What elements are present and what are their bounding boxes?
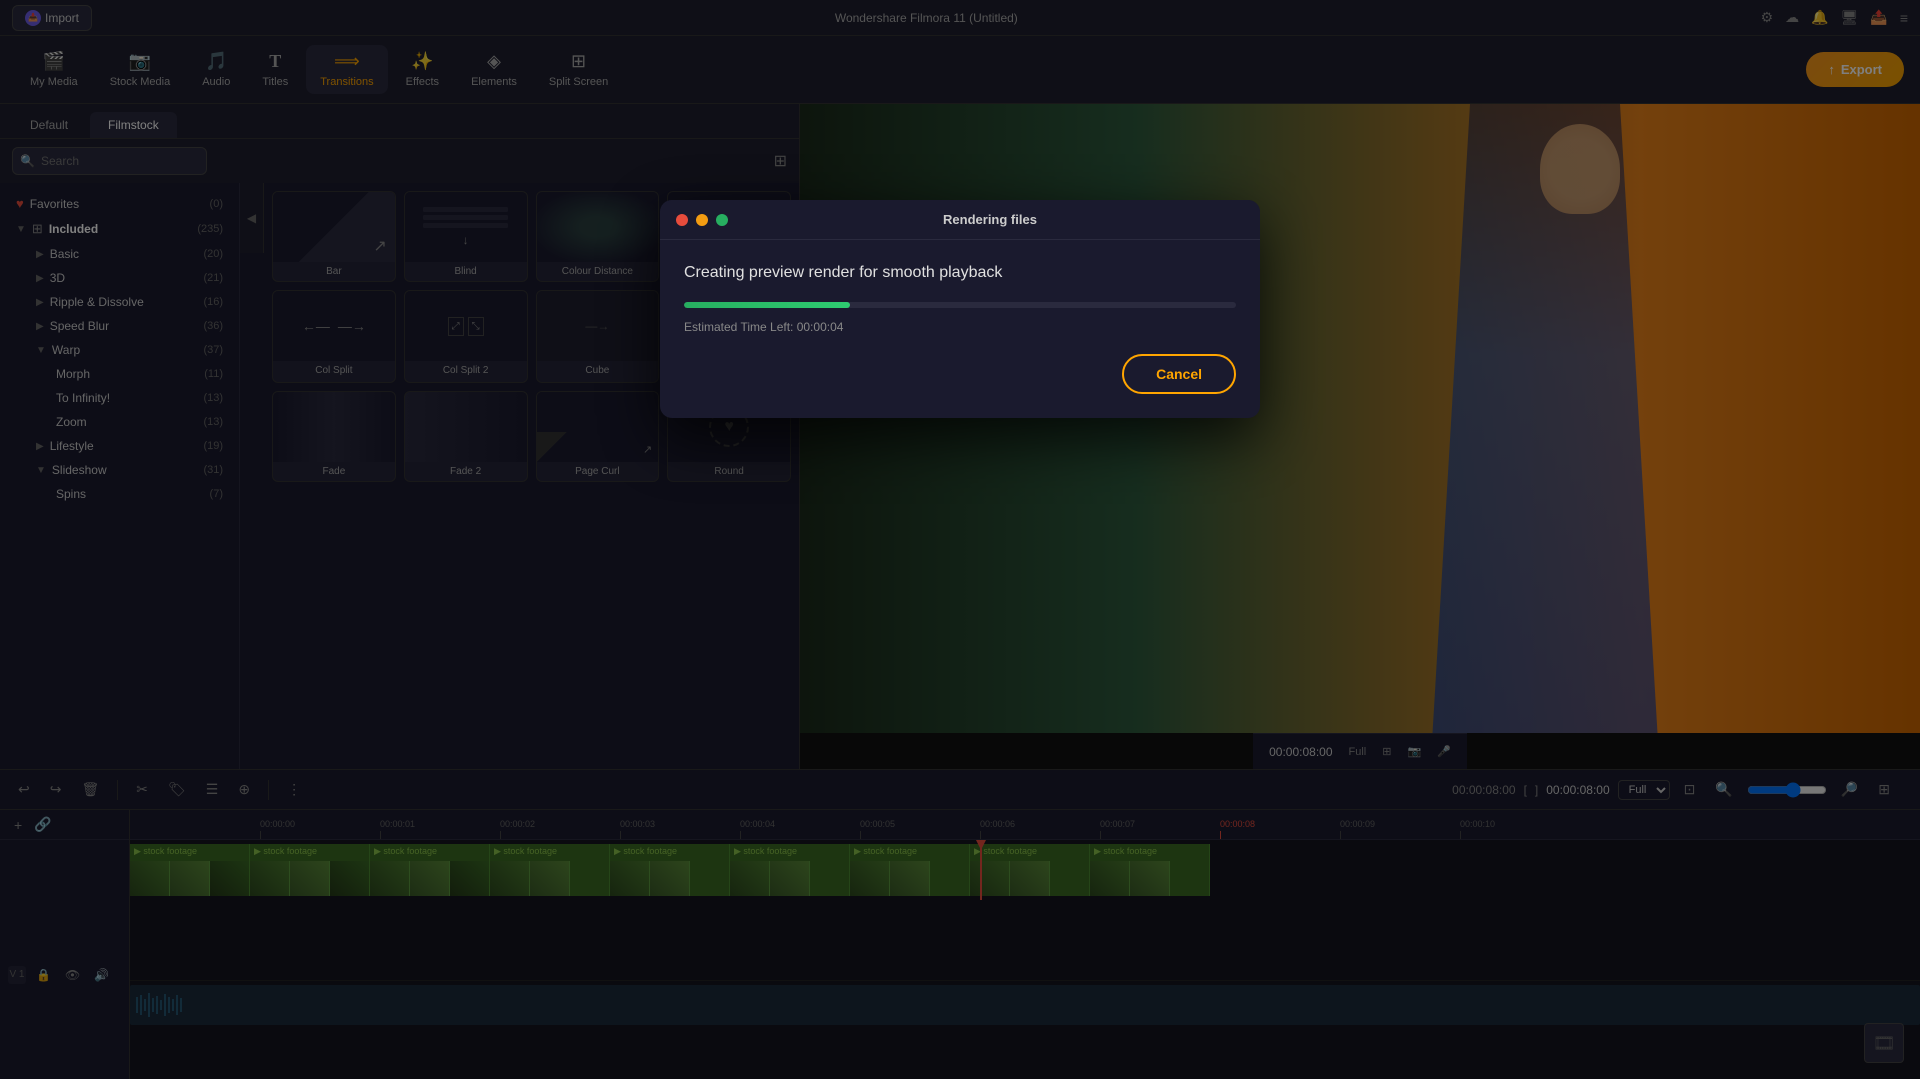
modal-dot-yellow[interactable]	[696, 214, 708, 226]
progress-fill	[684, 302, 850, 308]
eta-text: Estimated Time Left: 00:00:04	[684, 320, 1236, 334]
modal-overlay: Rendering files Creating preview render …	[0, 0, 1920, 1079]
modal-actions: Cancel	[684, 354, 1236, 394]
cancel-button[interactable]: Cancel	[1122, 354, 1236, 394]
modal-dot-green[interactable]	[716, 214, 728, 226]
modal-title: Rendering files	[736, 212, 1244, 227]
rendering-modal: Rendering files Creating preview render …	[660, 200, 1260, 418]
modal-message: Creating preview render for smooth playb…	[684, 264, 1236, 282]
progress-track	[684, 302, 1236, 308]
modal-body: Creating preview render for smooth playb…	[660, 240, 1260, 418]
modal-dot-red[interactable]	[676, 214, 688, 226]
modal-title-bar: Rendering files	[660, 200, 1260, 240]
